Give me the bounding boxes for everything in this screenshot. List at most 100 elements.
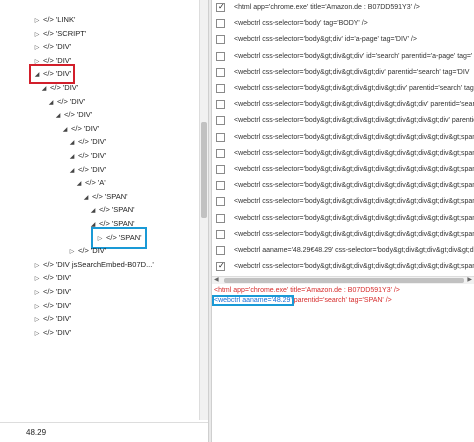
collapse-arrow-icon[interactable]: ◢ <box>75 178 83 190</box>
tree-node[interactable]: ▷ </> 'SPAN' <box>91 226 147 249</box>
expand-arrow-icon[interactable]: ▷ <box>33 42 41 54</box>
tree-node-label: 'DIV' <box>76 110 93 120</box>
scroll-right-arrow-icon[interactable]: ▶ <box>467 276 472 283</box>
selector-row: <webctrl css-selector='body&gt;div&gt;di… <box>212 148 474 160</box>
tag-code-icon: </> <box>106 232 117 242</box>
tree-node[interactable]: ◢ </> 'DIV' <box>47 96 86 109</box>
tree-node[interactable]: ◢ </> 'SPAN' <box>89 204 135 216</box>
selector-checkbox[interactable] <box>216 165 225 174</box>
expand-arrow-icon[interactable]: ▷ <box>33 287 41 299</box>
collapse-arrow-icon[interactable]: ◢ <box>40 83 48 95</box>
collapse-arrow-icon[interactable]: ◢ <box>47 97 55 109</box>
selector-checkbox[interactable] <box>216 1 225 13</box>
tree-node[interactable]: ▷ </> 'DIV' <box>33 313 72 326</box>
tree-node-label: 'DIV' <box>62 83 79 92</box>
selector-checkbox[interactable] <box>216 132 225 142</box>
tree-node-label: 'DIV' <box>55 300 72 310</box>
tree-vertical-scrollbar[interactable] <box>199 0 208 420</box>
selector-checkbox[interactable] <box>216 260 225 272</box>
selector-checkbox[interactable] <box>216 197 225 207</box>
expand-arrow-icon[interactable]: ▷ <box>33 301 41 313</box>
tree-node[interactable]: ▷ </> 'LINK' <box>33 14 76 27</box>
tag-code-icon: </> <box>78 151 89 160</box>
expand-arrow-icon[interactable]: ▷ <box>33 314 41 326</box>
collapse-arrow-icon[interactable]: ◢ <box>82 192 90 204</box>
tree-node[interactable]: ▷ </> 'DIV' <box>33 41 72 54</box>
tree-node[interactable]: ◢ </> 'SPAN' <box>89 218 135 230</box>
expand-arrow-icon[interactable]: ▷ <box>33 260 41 272</box>
collapse-arrow-icon[interactable]: ◢ <box>61 124 69 136</box>
tree-node[interactable]: ◢ </> 'DIV' <box>54 109 93 122</box>
tag-code-icon: </> <box>78 246 89 256</box>
tag-code-icon: </> <box>43 300 54 310</box>
tag-code-icon: </> <box>43 287 54 296</box>
tag-code-icon: </> <box>99 219 110 228</box>
selector-checkbox[interactable] <box>216 84 225 93</box>
tree-node-label: 'DIV' <box>83 123 100 133</box>
tree-scroll-thumb[interactable] <box>201 122 207 218</box>
tree-node[interactable]: ◢ </> 'DIV' <box>68 136 107 149</box>
tree-node[interactable]: ▷ </> 'DIV' <box>68 245 107 258</box>
selector-scroll-thumb[interactable] <box>224 278 464 283</box>
selector-checkbox[interactable] <box>216 246 225 255</box>
expand-arrow-icon[interactable]: ▷ <box>96 233 104 245</box>
tree-node[interactable]: ◢ </> 'DIV' <box>68 164 107 177</box>
tree-node[interactable]: ◢ </> 'DIV' <box>61 123 100 136</box>
tag-code-icon: </> <box>43 259 54 269</box>
selector-row: <webctrl css-selector='body&gt;div&gt;di… <box>212 67 474 79</box>
collapse-arrow-icon[interactable]: ◢ <box>68 165 76 177</box>
selector-checkbox[interactable] <box>216 100 225 110</box>
selector-text: <webctrl css-selector='body&gt;div&gt;di… <box>234 198 474 206</box>
selector-checkbox[interactable] <box>216 148 225 158</box>
selector-row: <webctrl css-selector='body&gt;div&gt;di… <box>212 260 474 273</box>
selector-checkbox[interactable] <box>216 35 225 45</box>
selector-text: <webctrl css-selector='body&gt;div&gt;di… <box>234 133 474 141</box>
tree-node-label: 'DIV' <box>55 273 72 283</box>
selector-checkbox[interactable] <box>216 67 225 77</box>
selector-checkbox[interactable] <box>216 213 225 223</box>
tree-node[interactable]: ▷ </> 'DIV' <box>33 300 72 313</box>
tree-node-label: 'DIV' <box>90 137 107 147</box>
expand-arrow-icon[interactable]: ▷ <box>33 328 41 340</box>
scroll-left-arrow-icon[interactable]: ◀ <box>214 276 219 283</box>
tree-node[interactable]: ◢ </> 'SPAN' <box>82 191 128 203</box>
selector-row: <webctrl css-selector='body&gt;div&gt;di… <box>212 180 474 192</box>
selector-row: <webctrl css-selector='body&gt;div&gt;di… <box>212 99 474 111</box>
tree-node[interactable]: ▷ </> 'SCRIPT' <box>33 28 87 41</box>
selector-row: <webctrl css-selector='body&gt;div&gt;di… <box>212 115 474 127</box>
tree-node[interactable]: ▷ </> 'DIV' <box>33 327 72 340</box>
tree-node[interactable]: ◢ </> 'DIV' <box>68 150 107 163</box>
expand-arrow-icon[interactable]: ▷ <box>33 56 41 68</box>
expand-arrow-icon[interactable]: ▷ <box>33 273 41 285</box>
collapse-arrow-icon[interactable]: ◢ <box>89 219 97 231</box>
selector-checkbox[interactable] <box>216 51 225 61</box>
collapse-arrow-icon[interactable]: ◢ <box>54 110 62 122</box>
tree-node-label: 'SCRIPT' <box>55 28 87 38</box>
selector-row: <webctrl css-selector='body&gt;div&gt;di… <box>212 83 474 95</box>
expand-arrow-icon[interactable]: ▷ <box>33 29 41 41</box>
tree-node[interactable]: ▷ </> 'DIV jsSearchEmbed-B07D...' <box>33 259 154 271</box>
collapse-arrow-icon[interactable]: ◢ <box>33 69 41 81</box>
selector-checkbox[interactable] <box>216 19 225 29</box>
collapse-arrow-icon[interactable]: ◢ <box>68 151 76 163</box>
tree-node[interactable]: ▷ </> 'DIV' <box>33 55 72 68</box>
selector-checkbox[interactable] <box>216 181 225 191</box>
selector-text: <webctrl aaname='48.29€48.29' css-select… <box>234 247 474 254</box>
collapse-arrow-icon[interactable]: ◢ <box>68 137 76 149</box>
expand-arrow-icon[interactable]: ▷ <box>33 15 41 27</box>
selector-checkbox[interactable] <box>216 116 225 126</box>
tree-node-label: 'SPAN' <box>111 205 135 215</box>
selector-row: <webctrl css-selector='body' tag='BODY' … <box>212 18 474 30</box>
tree-node[interactable]: ◢ </> 'DIV' <box>28 64 76 85</box>
tree-node[interactable]: ▷ </> 'DIV' <box>33 272 72 285</box>
tree-node-label: 'DIV' <box>55 42 72 52</box>
selector-horizontal-scrollbar[interactable]: ◀ ▶ <box>212 276 474 284</box>
tree-node[interactable]: ▷ </> 'DIV' <box>33 286 72 299</box>
tree-node-label: 'LINK' <box>55 15 76 24</box>
tree-node[interactable]: ◢ </> 'A' <box>75 177 106 189</box>
expand-arrow-icon[interactable]: ▷ <box>68 246 76 258</box>
selector-text: <webctrl css-selector='body&gt;div&gt;di… <box>234 68 470 76</box>
collapse-arrow-icon[interactable]: ◢ <box>89 205 97 217</box>
tree-node[interactable]: ◢ </> 'DIV' <box>40 82 79 95</box>
selector-checkbox[interactable] <box>216 229 225 239</box>
